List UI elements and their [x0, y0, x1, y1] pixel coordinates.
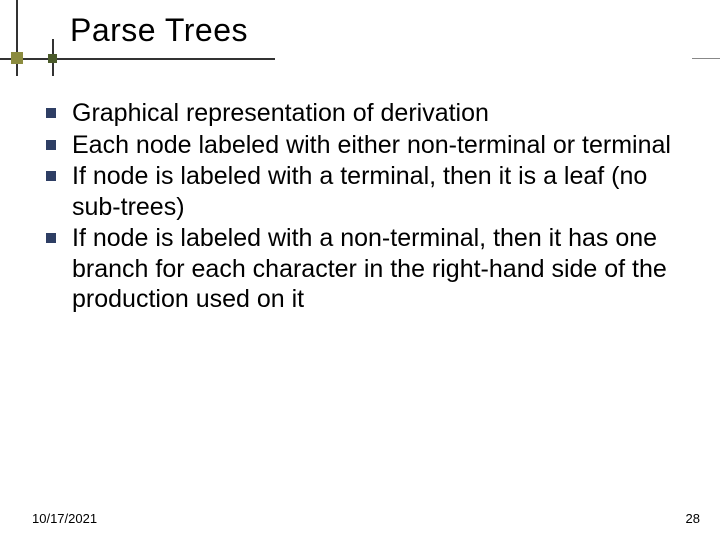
bullet-item: If node is labeled with a non-terminal, …: [40, 223, 692, 315]
horizontal-rule-right: [692, 58, 720, 59]
bullet-item: If node is labeled with a terminal, then…: [40, 161, 692, 222]
bullet-item: Graphical representation of derivation: [40, 98, 692, 129]
square-accent-icon: [48, 54, 57, 63]
horizontal-rule: [0, 58, 275, 60]
slide-content: Graphical representation of derivation E…: [0, 80, 720, 315]
square-accent-icon: [11, 52, 23, 64]
vertical-rule-long: [16, 0, 18, 76]
footer-date: 10/17/2021: [32, 511, 97, 526]
decorative-lines: [0, 0, 720, 80]
bullet-list: Graphical representation of derivation E…: [40, 98, 692, 315]
title-area: Parse Trees: [0, 0, 720, 80]
bullet-item: Each node labeled with either non-termin…: [40, 130, 692, 161]
footer-page-number: 28: [686, 511, 700, 526]
